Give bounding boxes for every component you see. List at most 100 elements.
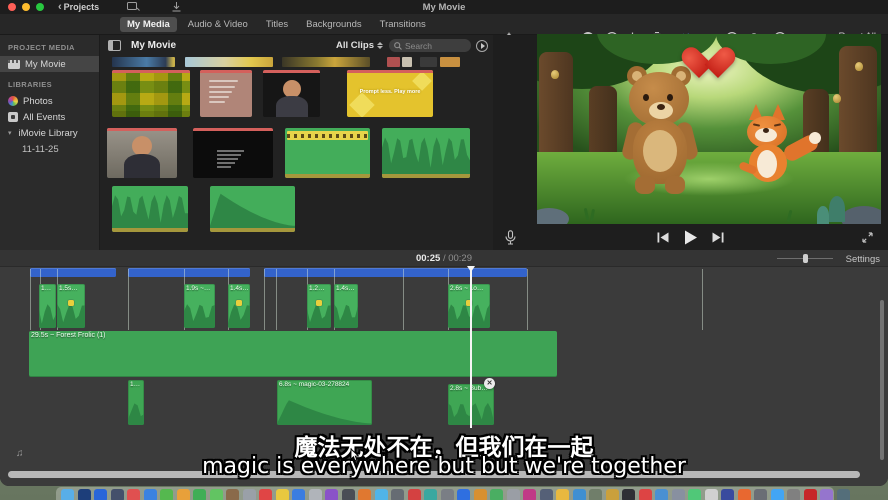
dock-app-icon[interactable] <box>391 489 404 500</box>
event-filmstrip[interactable] <box>402 57 412 67</box>
dock-app-icon[interactable] <box>127 489 140 500</box>
subtitle-title-bar[interactable] <box>264 268 527 277</box>
dock-app-icon[interactable] <box>721 489 734 500</box>
timeline-sfx-clip[interactable]: 1… <box>39 284 56 328</box>
dock-app-icon[interactable] <box>292 489 305 500</box>
dock-app-icon[interactable] <box>820 489 833 500</box>
sidebar-item-photos[interactable]: Photos <box>0 93 99 109</box>
dock-app-icon[interactable] <box>210 489 223 500</box>
media-thumbnail-audio-decay[interactable] <box>210 186 295 232</box>
tab-backgrounds[interactable]: Backgrounds <box>299 17 368 32</box>
dock-app-icon[interactable] <box>655 489 668 500</box>
dock-app-icon[interactable] <box>358 489 371 500</box>
dock-app-icon[interactable] <box>622 489 635 500</box>
dock-app-icon[interactable] <box>804 489 817 500</box>
timeline-sfx-clip[interactable]: 1.5s… <box>57 284 85 328</box>
dock-app-icon[interactable] <box>738 489 751 500</box>
dock-app-icon[interactable] <box>507 489 520 500</box>
media-thumbnail-dark[interactable] <box>263 70 320 117</box>
fullscreen-icon[interactable] <box>861 231 874 244</box>
dock-app-icon[interactable] <box>177 489 190 500</box>
dock-app-icon[interactable] <box>193 489 206 500</box>
dock-app-icon[interactable] <box>837 489 850 500</box>
dock-app-icon[interactable] <box>259 489 272 500</box>
media-thumbnail-audio-wave[interactable] <box>112 186 188 232</box>
dock-app-icon[interactable] <box>457 489 470 500</box>
tab-transitions[interactable]: Transitions <box>373 17 433 32</box>
timeline-sfx-clip[interactable]: 1.4s… <box>228 284 250 328</box>
dock-app-icon[interactable] <box>441 489 454 500</box>
dock-app-icon[interactable] <box>94 489 107 500</box>
dock-app-icon[interactable] <box>771 489 784 500</box>
dock-app-icon[interactable] <box>474 489 487 500</box>
dock-app-icon[interactable] <box>523 489 536 500</box>
clip-filter-dropdown[interactable]: All Clips <box>336 40 383 51</box>
dock-app-icon[interactable] <box>688 489 701 500</box>
dock-app-icon[interactable] <box>61 489 74 500</box>
tab-audio-video[interactable]: Audio & Video <box>181 17 255 32</box>
dock-app-icon[interactable] <box>325 489 338 500</box>
dock-app-icon[interactable] <box>540 489 553 500</box>
timeline-sfx-clip[interactable]: 1.4s… <box>334 284 358 328</box>
browser-forward-icon[interactable] <box>476 40 488 52</box>
media-thumbnail-light[interactable] <box>107 128 177 178</box>
media-thumbnail-audio-yellow[interactable] <box>285 128 370 178</box>
media-thumbnail-audio-wave[interactable] <box>382 128 470 178</box>
sidebar-item-imovie-library[interactable]: ▾ iMovie Library <box>0 125 99 141</box>
next-frame-button[interactable] <box>712 232 724 243</box>
dock-app-icon[interactable] <box>754 489 767 500</box>
event-filmstrip[interactable] <box>282 57 370 67</box>
dock-app-icon[interactable] <box>226 489 239 500</box>
dock-app-icon[interactable] <box>424 489 437 500</box>
dock-app-icon[interactable] <box>556 489 569 500</box>
sidebar-item-my-movie[interactable]: My Movie <box>0 56 99 72</box>
event-filmstrip[interactable] <box>112 57 175 67</box>
dock-app-icon[interactable] <box>408 489 421 500</box>
previous-frame-button[interactable] <box>657 232 669 243</box>
dock-app-icon[interactable] <box>490 489 503 500</box>
sidebar-item-all-events[interactable]: All Events <box>0 109 99 125</box>
dock-app-icon[interactable] <box>78 489 91 500</box>
dock-app-icon[interactable] <box>639 489 652 500</box>
dock-app-icon[interactable] <box>160 489 173 500</box>
sidebar-item-event-date[interactable]: 11-11-25 <box>0 141 99 157</box>
search-box[interactable] <box>389 39 471 52</box>
event-filmstrip[interactable] <box>440 57 460 67</box>
dock-app-icon[interactable] <box>375 489 388 500</box>
timeline-audio-clip[interactable]: 6.8s ~ magic-03-278824 <box>277 380 372 425</box>
dock-app-icon[interactable] <box>787 489 800 500</box>
dock-app-icon[interactable] <box>276 489 289 500</box>
timeline-sfx-clip[interactable]: 1.2… <box>307 284 331 328</box>
search-icon <box>394 42 402 50</box>
event-filmstrip[interactable] <box>387 57 400 67</box>
search-input[interactable] <box>405 41 465 51</box>
media-thumbnail-card[interactable] <box>200 70 252 117</box>
subtitle-title-bar[interactable] <box>128 268 250 277</box>
tab-titles[interactable]: Titles <box>259 17 295 32</box>
timeline-sfx-clip[interactable]: 1.9s ~… <box>184 284 215 328</box>
close-icon[interactable]: ✕ <box>484 378 495 389</box>
timeline-sfx-clip[interactable]: 2.6s ~ Lo… <box>448 284 490 328</box>
dock-app-icon[interactable] <box>243 489 256 500</box>
event-filmstrip[interactable] <box>185 57 273 67</box>
dock-app-icon[interactable] <box>589 489 602 500</box>
playhead[interactable] <box>470 266 472 428</box>
event-filmstrip[interactable] <box>420 57 437 67</box>
media-thumbnail-term[interactable] <box>193 128 273 178</box>
play-button[interactable] <box>683 230 698 245</box>
media-thumbnail-promo[interactable]: Prompt less. Play more <box>347 70 433 117</box>
dock-app-icon[interactable] <box>672 489 685 500</box>
tab-my-media[interactable]: My Media <box>120 17 177 32</box>
timeline-audio-clip[interactable]: 1… <box>128 380 144 425</box>
timeline-music-clip[interactable]: 29.5s ~ Forest Frolic (1) <box>29 331 557 377</box>
media-thumbnail-collage[interactable] <box>112 70 190 117</box>
dock-app-icon[interactable] <box>342 489 355 500</box>
dock-app-icon[interactable] <box>573 489 586 500</box>
dock-app-icon[interactable] <box>144 489 157 500</box>
dock-app-icon[interactable] <box>111 489 124 500</box>
dock-app-icon[interactable] <box>309 489 322 500</box>
sidebar-toggle-icon[interactable] <box>108 40 121 51</box>
subtitle-title-bar[interactable] <box>30 268 116 277</box>
dock-app-icon[interactable] <box>606 489 619 500</box>
dock-app-icon[interactable] <box>705 489 718 500</box>
